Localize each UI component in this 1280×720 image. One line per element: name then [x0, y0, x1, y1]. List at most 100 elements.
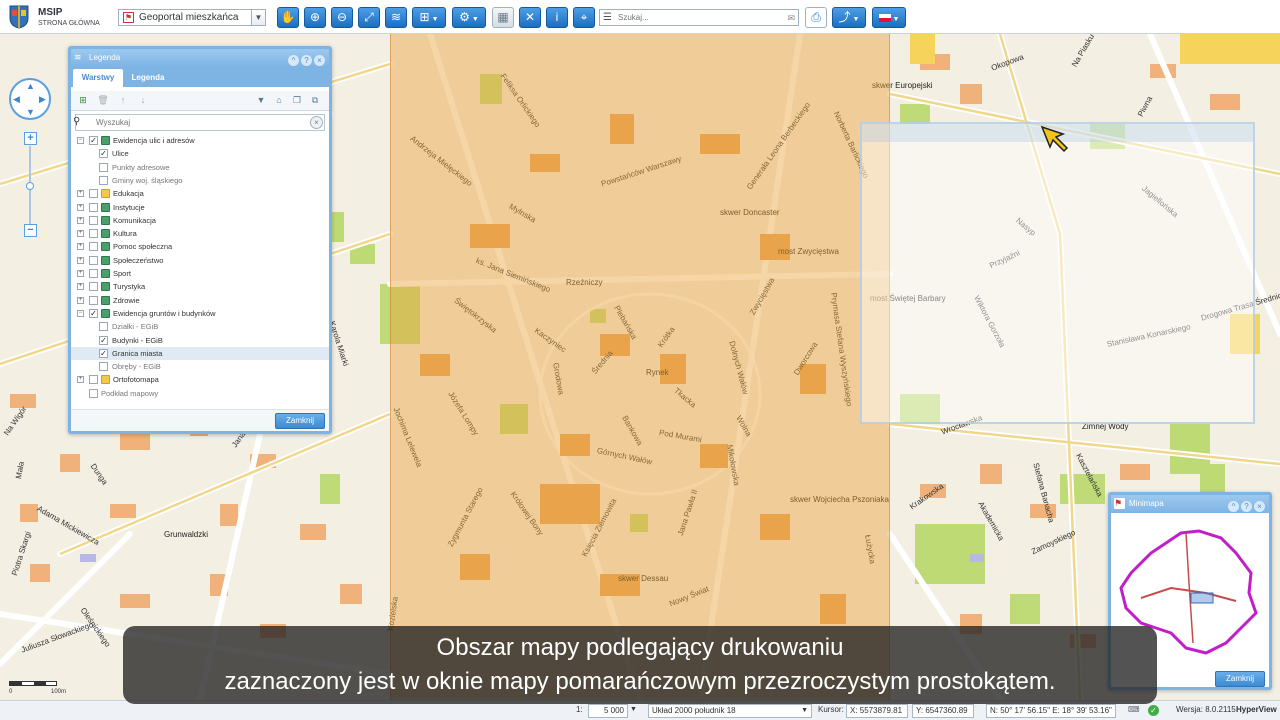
- crs-select[interactable]: Układ 2000 południk 18 ▼: [648, 704, 812, 718]
- expand-icon[interactable]: +: [77, 216, 84, 224]
- layer-tree-node[interactable]: + Zdrowie: [71, 294, 329, 307]
- close-icon[interactable]: ×: [314, 55, 325, 66]
- layer-tree-node[interactable]: ✓ Budynki - EGiB: [71, 334, 329, 347]
- tools-button[interactable]: ⚙ ▼: [452, 7, 486, 28]
- print-area-rectangle[interactable]: [390, 34, 890, 700]
- map-search-input[interactable]: [618, 11, 768, 24]
- layer-checkbox[interactable]: [89, 282, 98, 292]
- lock-icon[interactable]: ⌂: [273, 94, 285, 107]
- layer-checkbox[interactable]: [89, 388, 98, 398]
- layer-checkbox[interactable]: [89, 255, 98, 265]
- layer-checkbox[interactable]: ✓: [99, 149, 108, 159]
- brand[interactable]: MSIP STRONA GŁÓWNA: [38, 7, 100, 29]
- close-icon[interactable]: ×: [1254, 501, 1265, 512]
- arrow-down-icon[interactable]: ▼: [26, 107, 35, 117]
- add-layer-button[interactable]: ⊞ ▼: [412, 7, 446, 28]
- table-button[interactable]: ▦: [492, 7, 514, 28]
- layer-checkbox[interactable]: [89, 189, 98, 199]
- layer-checkbox[interactable]: [99, 175, 108, 185]
- filter-icon[interactable]: ▼: [255, 94, 267, 107]
- minimize-icon[interactable]: ^: [288, 55, 299, 66]
- measure-button[interactable]: ✕: [519, 7, 541, 28]
- minimap-title-bar[interactable]: ⚑ Minimapa ^? ×: [1111, 495, 1269, 513]
- arrow-right-icon[interactable]: ▶: [39, 94, 46, 105]
- share-button[interactable]: ⤴ ▼: [832, 7, 866, 28]
- map-search[interactable]: ☰ ✉: [599, 9, 799, 26]
- layer-checkbox[interactable]: [89, 269, 98, 278]
- layer-tree-node[interactable]: + Społeczeństwo: [71, 254, 329, 267]
- tab-legenda[interactable]: Legenda: [125, 69, 171, 87]
- minimap-close-button[interactable]: Zamknij: [1215, 671, 1265, 687]
- layer-tree-node[interactable]: + Ortofotomapa: [71, 373, 329, 386]
- copy-icon[interactable]: ❐: [291, 94, 303, 107]
- zoom-minus-icon[interactable]: −: [24, 224, 37, 237]
- info-button[interactable]: i: [546, 7, 568, 28]
- zoom-thumb[interactable]: [26, 182, 34, 190]
- layer-tree-node[interactable]: + Turystyka: [71, 280, 329, 293]
- layer-checkbox[interactable]: ✓: [99, 335, 108, 345]
- expand-icon[interactable]: +: [77, 256, 84, 264]
- layer-tree-node[interactable]: ✓ Granica miasta: [71, 346, 329, 360]
- portal-select[interactable]: ⚑ Geoportal mieszkańca ▼: [118, 9, 266, 26]
- clear-search-icon[interactable]: ×: [310, 116, 323, 129]
- layer-tree-node[interactable]: + Sport: [71, 267, 329, 280]
- layer-tree-node[interactable]: + Pomoc społeczna: [71, 240, 329, 253]
- expand-icon[interactable]: +: [77, 296, 84, 304]
- help-icon[interactable]: ?: [1241, 501, 1252, 512]
- layers-button[interactable]: ≋: [385, 7, 407, 28]
- city-crest-icon[interactable]: [9, 5, 29, 29]
- layer-checkbox[interactable]: [89, 242, 98, 252]
- collapse-icon[interactable]: −: [77, 137, 84, 144]
- zoom-slider[interactable]: + −: [24, 132, 37, 240]
- minimize-icon[interactable]: ^: [1228, 501, 1239, 512]
- collapse-icon[interactable]: −: [77, 309, 84, 317]
- layer-checkbox[interactable]: [89, 375, 98, 385]
- pan-button[interactable]: ✋: [277, 7, 299, 28]
- print-button[interactable]: ⎙: [805, 7, 827, 28]
- zoom-in-button[interactable]: ⊕: [304, 7, 326, 28]
- legend-title-bar[interactable]: ≋ Legenda ^? ×: [71, 49, 329, 67]
- export-icon[interactable]: ⧉: [309, 94, 321, 107]
- arrow-up-icon[interactable]: ▲: [26, 81, 35, 91]
- layer-checkbox[interactable]: ✓: [99, 348, 108, 358]
- legend-close-button[interactable]: Zamknij: [275, 413, 325, 429]
- layer-tree-node[interactable]: Obręby - EGiB: [71, 360, 329, 373]
- layer-tree-node[interactable]: Podkład mapowy: [71, 387, 329, 400]
- expand-icon[interactable]: +: [77, 190, 84, 198]
- expand-icon[interactable]: +: [77, 376, 84, 384]
- scale-dropdown-icon[interactable]: ▼: [630, 704, 637, 718]
- layer-tree-node[interactable]: + Komunikacja: [71, 214, 329, 227]
- move-up-icon[interactable]: ↑: [117, 94, 129, 107]
- zoom-out-button[interactable]: ⊖: [331, 7, 353, 28]
- move-down-icon[interactable]: ↓: [137, 94, 149, 107]
- layer-tree-node[interactable]: + Edukacja: [71, 187, 329, 200]
- layer-checkbox[interactable]: ✓: [89, 136, 98, 145]
- layer-checkbox[interactable]: [89, 229, 98, 239]
- layer-tree-node[interactable]: − ✓ Ewidencja gruntów i budynków: [71, 307, 329, 320]
- layer-checkbox[interactable]: [99, 362, 108, 372]
- layer-tree[interactable]: − ✓ Ewidencja ulic i adresów ✓ Ulice Punkty a…: [71, 134, 329, 402]
- expand-icon[interactable]: +: [77, 230, 84, 238]
- layer-checkbox[interactable]: [99, 322, 108, 332]
- layer-checkbox[interactable]: [89, 295, 98, 305]
- layer-tree-node[interactable]: ✓ Ulice: [71, 147, 329, 160]
- language-button[interactable]: ▼: [872, 7, 906, 28]
- delete-icon[interactable]: 🗑: [97, 94, 109, 107]
- add-layer-icon[interactable]: ⊞: [77, 94, 89, 107]
- layer-checkbox[interactable]: [89, 202, 98, 212]
- layer-tree-node[interactable]: Gminy woj. śląskiego: [71, 174, 329, 187]
- expand-icon[interactable]: +: [77, 270, 84, 277]
- tab-warstwy[interactable]: Warstwy: [73, 69, 123, 87]
- legend-search[interactable]: ⚲ ×: [73, 114, 325, 131]
- scale-select[interactable]: 5 000: [588, 704, 628, 718]
- layer-tree-node[interactable]: + Kultura: [71, 227, 329, 240]
- full-extent-button[interactable]: ⤢: [358, 7, 380, 28]
- legend-panel[interactable]: ≋ Legenda ^? × Warstwy Legenda ⊞ 🗑 ↑ ↓ ▼ …: [68, 46, 332, 434]
- help-icon[interactable]: ?: [301, 55, 312, 66]
- layer-checkbox[interactable]: [89, 215, 98, 225]
- arrow-left-icon[interactable]: ◀: [13, 94, 20, 105]
- legend-search-input[interactable]: [96, 116, 296, 129]
- keyboard-icon[interactable]: ⌨: [1128, 704, 1140, 718]
- zoom-plus-icon[interactable]: +: [24, 132, 37, 145]
- search-go-icon[interactable]: ✉: [787, 11, 795, 26]
